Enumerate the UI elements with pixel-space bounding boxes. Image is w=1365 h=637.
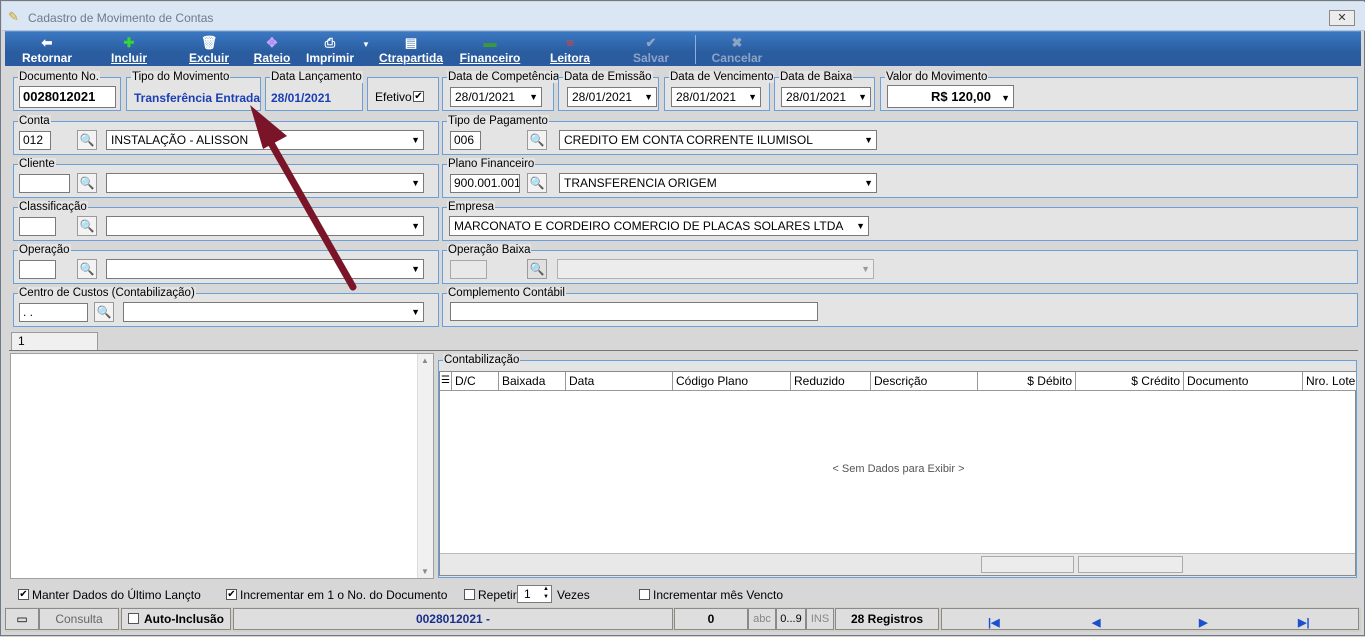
main-window: ✎ Cadastro de Movimento de Contas ✕ ⬅ Ret… bbox=[0, 0, 1365, 636]
annotation-arrow bbox=[250, 105, 357, 291]
